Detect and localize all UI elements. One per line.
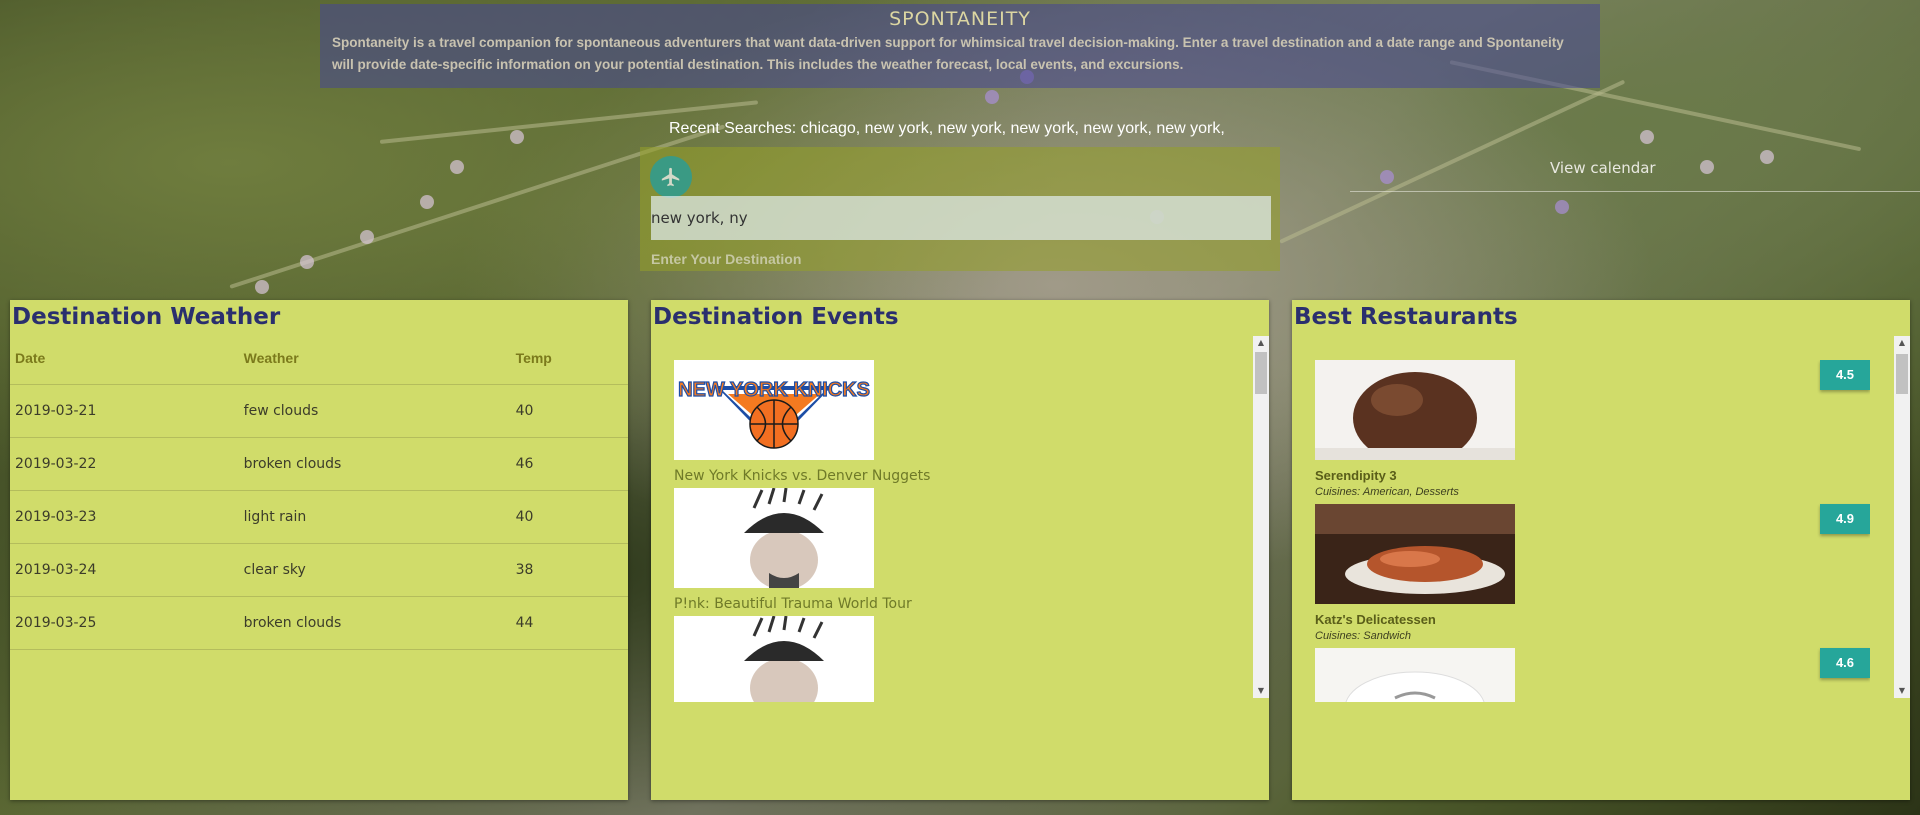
restaurant-image (1315, 648, 1515, 702)
rating-badge: 4.9 (1820, 504, 1870, 534)
restaurants-scrollbar[interactable]: ▲ ▼ (1894, 336, 1910, 698)
app-description: Spontaneity is a travel companion for sp… (332, 35, 1564, 72)
restaurant-cuisines: Cuisines: Sandwich (1315, 630, 1411, 642)
list-item[interactable] (651, 616, 1269, 702)
list-item[interactable]: 4.5 Serendipity 3 Cuisines: American, De… (1315, 360, 1870, 498)
restaurant-name[interactable]: Katz's Delicatessen (1315, 612, 1870, 627)
restaurant-image (1315, 504, 1515, 604)
rating-badge: 4.5 (1820, 360, 1870, 390)
table-row: 2019-03-22 broken clouds 46 (10, 437, 628, 491)
events-title: Destination Events (653, 304, 899, 330)
restaurant-name[interactable]: Serendipity 3 (1315, 468, 1870, 483)
airplane-icon[interactable] (650, 156, 692, 198)
events-panel: Destination Events NEW YORK KNICKS New Y… (651, 300, 1269, 800)
app-header: SPONTANEITY Spontaneity is a travel comp… (320, 4, 1600, 88)
event-name[interactable]: P!nk: Beautiful Trauma World Tour (674, 596, 1269, 612)
list-item[interactable]: NEW YORK KNICKS New York Knicks vs. Denv… (651, 360, 1269, 484)
weather-desc: broken clouds (238, 437, 511, 491)
scroll-up-arrow-icon[interactable]: ▲ (1253, 336, 1269, 350)
weather-desc: broken clouds (238, 596, 511, 650)
restaurant-image (1315, 360, 1515, 460)
temp-header: Temp (510, 340, 628, 385)
recent-searches: Recent Searches: chicago, new york, new … (669, 120, 1225, 138)
destination-input-label: Enter Your Destination (651, 251, 802, 267)
restaurants-title: Best Restaurants (1294, 304, 1518, 330)
restaurants-panel: Best Restaurants 4.5 Serendipity 3 Cuisi… (1292, 300, 1910, 800)
date-header: Date (10, 340, 239, 385)
event-image (674, 616, 874, 702)
recent-searches-list[interactable]: chicago, new york, new york, new york, n… (801, 120, 1225, 137)
event-image (674, 488, 874, 588)
weather-table: Date Weather Temp 2019-03-21 few clouds … (10, 340, 628, 650)
weather-desc: clear sky (238, 543, 511, 597)
weather-temp: 40 (510, 490, 628, 544)
weather-title: Destination Weather (12, 304, 281, 330)
event-name[interactable]: New York Knicks vs. Denver Nuggets (674, 468, 1269, 484)
recent-searches-label: Recent Searches: (669, 120, 797, 137)
app-title: SPONTANEITY (889, 8, 1031, 30)
restaurants-list[interactable]: 4.5 Serendipity 3 Cuisines: American, De… (1292, 360, 1870, 702)
scroll-down-arrow-icon[interactable]: ▼ (1253, 684, 1269, 698)
weather-date: 2019-03-22 (10, 437, 239, 491)
scroll-thumb[interactable] (1255, 352, 1267, 394)
weather-date: 2019-03-25 (10, 596, 239, 650)
weather-temp: 46 (510, 437, 628, 491)
weather-temp: 40 (510, 384, 628, 438)
destination-search: Enter Your Destination (640, 147, 1280, 271)
destination-input[interactable] (651, 196, 1271, 240)
weather-date: 2019-03-21 (10, 384, 239, 438)
list-item[interactable]: 4.6 (1315, 648, 1870, 702)
table-row: 2019-03-24 clear sky 38 (10, 543, 628, 597)
scroll-thumb[interactable] (1896, 354, 1908, 394)
table-row: 2019-03-25 broken clouds 44 (10, 596, 628, 650)
weather-header: Weather (238, 340, 511, 385)
scroll-down-arrow-icon[interactable]: ▼ (1894, 684, 1910, 698)
table-row: 2019-03-23 light rain 40 (10, 490, 628, 544)
events-list[interactable]: NEW YORK KNICKS New York Knicks vs. Denv… (651, 360, 1269, 702)
event-image: NEW YORK KNICKS (674, 360, 874, 460)
weather-desc: light rain (238, 490, 511, 544)
restaurant-cuisines: Cuisines: American, Desserts (1315, 486, 1459, 498)
weather-desc: few clouds (238, 384, 511, 438)
weather-temp: 38 (510, 543, 628, 597)
list-item[interactable]: P!nk: Beautiful Trauma World Tour (651, 488, 1269, 612)
events-scrollbar[interactable]: ▲ ▼ (1253, 336, 1269, 698)
list-item[interactable]: 4.9 Katz's Delicatessen Cuisines: Sandwi… (1315, 504, 1870, 642)
weather-panel: Destination Weather Date Weather Temp 20… (10, 300, 628, 800)
table-row: 2019-03-21 few clouds 40 (10, 384, 628, 438)
calendar-underline (1350, 191, 1920, 192)
weather-header-row: Date Weather Temp (10, 340, 628, 385)
weather-date: 2019-03-24 (10, 543, 239, 597)
scroll-up-arrow-icon[interactable]: ▲ (1894, 336, 1910, 350)
weather-temp: 44 (510, 596, 628, 650)
weather-date: 2019-03-23 (10, 490, 239, 544)
rating-badge: 4.6 (1820, 648, 1870, 678)
view-calendar-link[interactable]: View calendar (1550, 159, 1656, 177)
knicks-logo-text: NEW YORK KNICKS (678, 379, 870, 401)
